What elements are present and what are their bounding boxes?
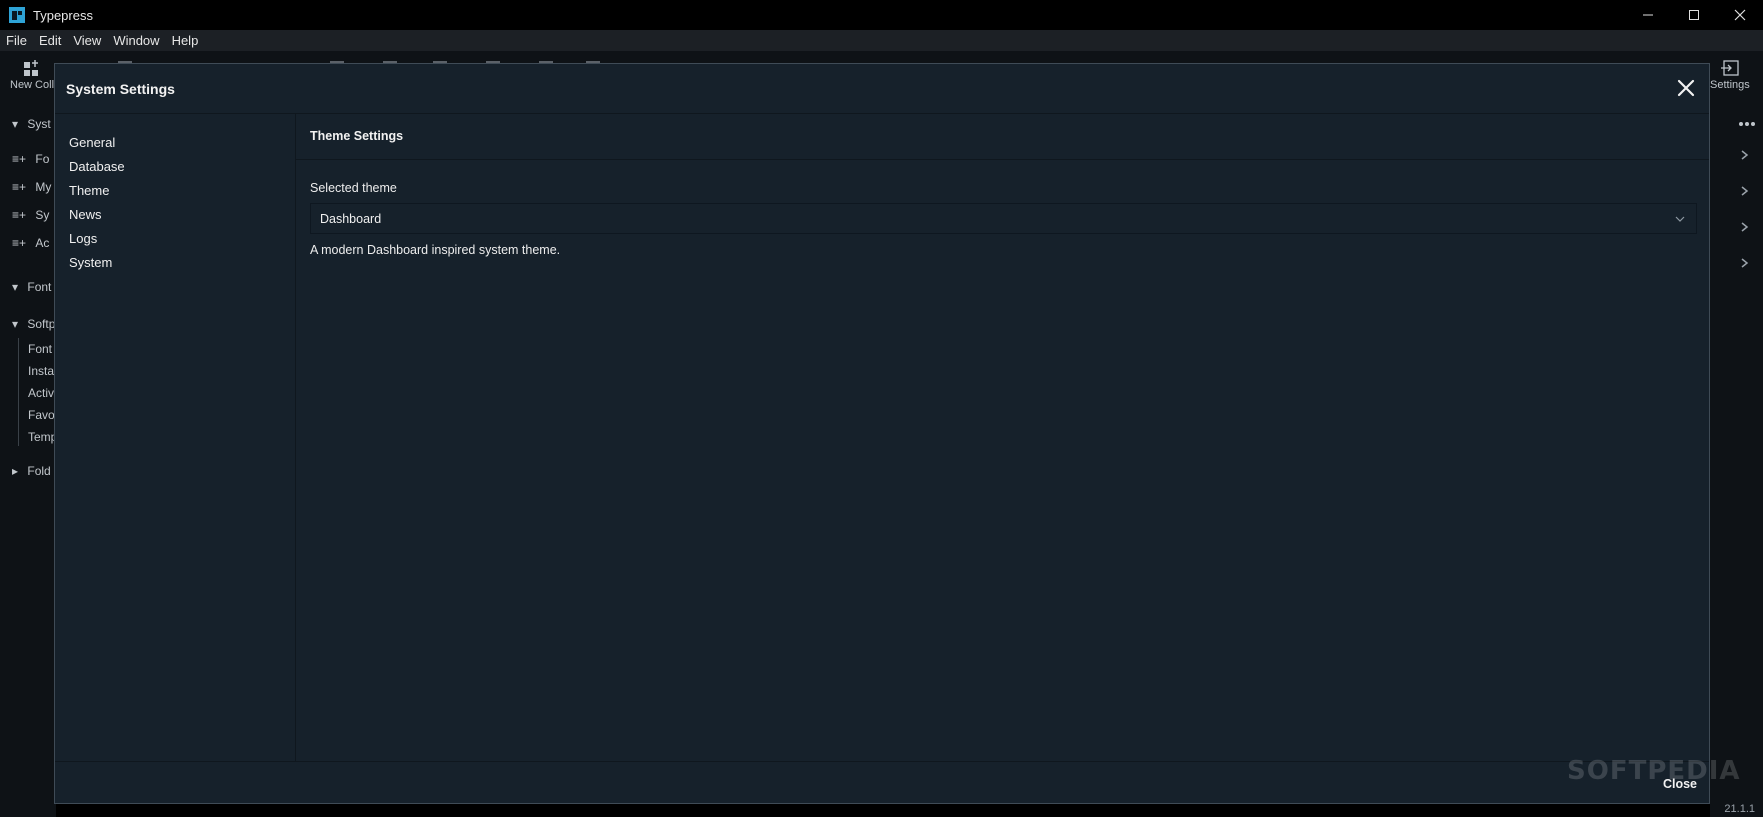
menu-bar: File Edit View Window Help [0,30,1763,51]
tree-guide [18,338,19,446]
app-logo-icon [9,7,25,23]
tree-item[interactable]: Temp [28,430,56,444]
section-header[interactable]: ▾ Softp [12,317,55,331]
section-header[interactable]: ▸ Fold [12,464,51,478]
minimize-button[interactable] [1625,0,1671,30]
section-label: Fold [27,464,51,478]
dialog-footer: Close [55,761,1709,804]
add-list-icon: ≡+ [12,152,27,166]
theme-field-label: Selected theme [310,181,397,195]
nav-item-logs[interactable]: Logs [69,231,97,246]
caret-down-icon: ▾ [12,280,19,294]
chevron-right-icon[interactable] [1740,186,1750,196]
list-item[interactable]: ≡+ My [12,180,51,194]
tree-item[interactable]: Favo [28,408,55,422]
menu-file[interactable]: File [0,33,33,48]
caret-down-icon: ▾ [12,317,19,331]
new-collection-button[interactable]: New Coll [10,59,54,91]
caret-down-icon: ▾ [12,117,19,131]
list-item-label: Sy [35,208,50,222]
window-controls [1625,0,1763,30]
section-title: Theme Settings [310,129,404,143]
settings-nav: General Database Theme News Logs System [55,113,296,761]
list-item[interactable]: ≡+ Sy [12,208,49,222]
dialog-close-icon[interactable] [1673,75,1699,101]
menu-help[interactable]: Help [166,33,205,48]
more-options-icon[interactable] [1738,121,1756,127]
add-list-icon: ≡+ [12,180,27,194]
list-item-label: Fo [35,152,50,166]
settings-button[interactable]: Settings [1710,59,1750,91]
caret-right-icon: ▸ [12,464,19,478]
menu-view[interactable]: View [67,33,107,48]
title-bar: Typepress [0,0,1763,30]
section-header: Theme Settings [296,113,1709,160]
theme-description: A modern Dashboard inspired system theme… [310,243,561,257]
chevron-right-icon[interactable] [1740,222,1750,232]
system-settings-dialog: System Settings General Database Theme N… [54,63,1710,804]
chevron-right-icon[interactable] [1740,258,1750,268]
settings-content: Theme Settings Selected theme Dashboard … [296,113,1709,761]
menu-edit[interactable]: Edit [33,33,67,48]
section-header[interactable]: ▾ Font [12,280,51,294]
add-list-icon: ≡+ [12,236,27,250]
grid-plus-icon [24,60,38,76]
chevron-down-icon [1675,216,1685,222]
nav-item-database[interactable]: Database [69,159,125,174]
maximize-button[interactable] [1671,0,1717,30]
close-icon [1734,9,1746,21]
version-label: 21.1.1 [1724,803,1755,815]
nav-item-system[interactable]: System [69,255,112,270]
dialog-header: System Settings [55,64,1709,114]
new-collection-label: New Coll [10,79,55,91]
settings-exit-icon [1720,60,1739,76]
menu-window[interactable]: Window [107,33,165,48]
add-list-icon: ≡+ [12,208,27,222]
list-item-label: My [35,180,52,194]
theme-select[interactable]: Dashboard [310,203,1697,234]
tree-item[interactable]: Activ [28,386,54,400]
maximize-icon [1689,10,1699,20]
nav-item-general[interactable]: General [69,135,115,150]
tree-item[interactable]: Insta [28,364,54,378]
section-label: Softp [27,317,56,331]
section-label: Font [27,280,52,294]
background-right-panel [1710,106,1763,817]
background-sidebar: ▾ Syst ≡+ Fo ≡+ My ≡+ Sy ≡+ Ac ▾ Font ▾ … [0,106,56,817]
list-item[interactable]: ≡+ Fo [12,152,49,166]
chevron-right-icon[interactable] [1740,150,1750,160]
theme-select-value: Dashboard [320,212,382,226]
tree-item[interactable]: Font [28,342,52,356]
list-item[interactable]: ≡+ Ac [12,236,49,250]
settings-label: Settings [1710,79,1750,91]
list-item-label: Ac [35,236,50,250]
nav-item-theme[interactable]: Theme [69,183,109,198]
watermark-logo: SOFTPEDIA [1567,756,1741,786]
section-label: Syst [27,117,51,131]
dialog-title: System Settings [66,80,175,97]
section-header[interactable]: ▾ Syst [12,117,51,131]
window-close-button[interactable] [1717,0,1763,30]
minimize-icon [1643,14,1653,16]
app-title: Typepress [33,7,93,23]
nav-item-news[interactable]: News [69,207,102,222]
